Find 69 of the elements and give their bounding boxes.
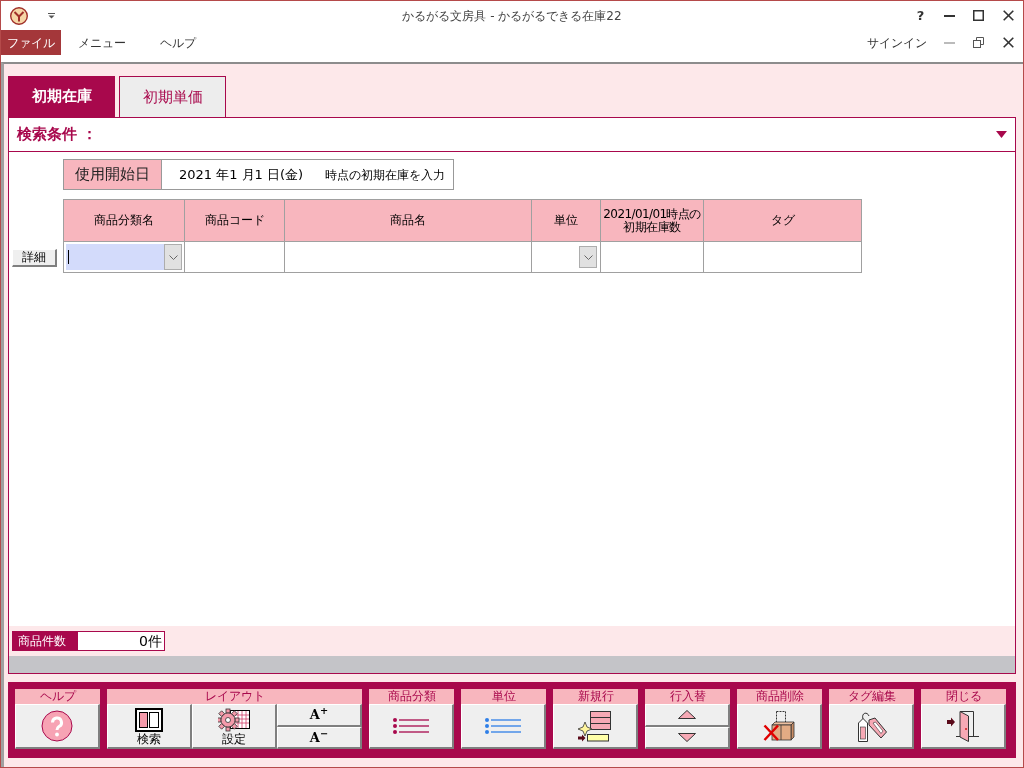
toolbar-group-label: 商品削除 [737,689,822,704]
stacked-rows-icon [578,710,612,742]
search-pane-button[interactable]: 検索 [107,704,192,749]
toolbar-group-label: 行入替 [645,689,730,704]
column-header: タグ [770,214,795,227]
edit-tag-button[interactable] [829,704,914,749]
minimize-icon[interactable] [944,14,955,17]
column-header: 単位 [554,214,578,227]
chevron-down-icon [168,254,178,260]
column-header: 商品コード [204,214,265,227]
close-form-button[interactable] [921,704,1006,749]
move-down-button[interactable] [645,726,730,749]
help-button[interactable] [15,704,100,749]
question-circle-icon [41,710,73,742]
tags-icon [855,710,887,742]
input-field[interactable] [601,242,704,273]
toolbar-group-label: 閉じる [921,689,1006,704]
tab[interactable]: 初期在庫 [8,76,115,117]
menu-item[interactable]: ヘルプ [143,30,213,55]
unit-list-button[interactable] [461,704,546,749]
app-logo-icon [10,6,28,25]
date-label: 使用開始日 [64,160,162,189]
triangle-down-icon [678,732,696,742]
file-menu-tab[interactable]: ファイル [1,30,61,55]
font-smaller-button[interactable]: A$^{−}$ [277,726,362,749]
input-field[interactable] [704,242,862,273]
column-header: 2021/01/01時点の初期在庫数 [602,207,702,234]
close-icon[interactable] [1002,10,1014,21]
date-note: 時点の初期在庫を入力 [325,166,446,184]
detail-button[interactable]: 詳細 [12,248,57,267]
menu-item[interactable]: メニュー [61,30,143,55]
toolbar-group-label: 単位 [461,689,546,704]
column-header: 商品分類名 [94,214,154,227]
section-title: 検索条件 ： [17,124,98,146]
delete-item-button[interactable] [737,704,822,749]
restore-icon[interactable] [973,37,984,48]
text-cursor [68,250,69,264]
category-list-button[interactable] [369,704,454,749]
new-row-button[interactable] [553,704,638,749]
font-larger-button[interactable]: A$^{+}$ [277,704,362,727]
list-icon [393,718,429,734]
date-value: 2021 年1 月1 日(金) [178,165,304,184]
toolbar-group-label: ヘルプ [15,689,100,704]
help-button[interactable]: ? [906,1,935,30]
input-field[interactable] [185,242,285,273]
box-cross-icon [763,711,795,741]
settings-button[interactable]: 設定 [192,704,277,749]
count-label: 商品件数 [12,631,77,651]
sign-in-link[interactable]: サインイン [867,33,935,52]
toolbar-group-label: レイアウト [107,689,362,704]
column-header: 商品名 [390,214,426,227]
close-icon[interactable] [1002,37,1014,48]
maximize-icon[interactable] [973,10,984,21]
list-icon [485,718,521,734]
gear-grid-icon [218,707,250,732]
toolbar-group-label: 新規行 [553,689,638,704]
triangle-up-icon [678,710,696,720]
door-arrow-icon [947,710,979,742]
window-title: かるがる文房具 - かるがるできる在庫22 [402,7,622,25]
split-pane-icon [135,707,163,732]
chevron-down-icon [583,254,593,260]
input-field[interactable] [285,242,532,273]
move-up-button[interactable] [645,704,730,727]
count-value: 0件 [77,631,165,651]
dropdown-arrow-icon[interactable] [48,12,55,19]
caret-down-icon[interactable] [996,131,1007,138]
toolbar-group-label: 商品分類 [369,689,454,704]
tab[interactable]: 初期単価 [119,76,226,117]
toolbar-group-label: タグ編集 [829,689,914,704]
